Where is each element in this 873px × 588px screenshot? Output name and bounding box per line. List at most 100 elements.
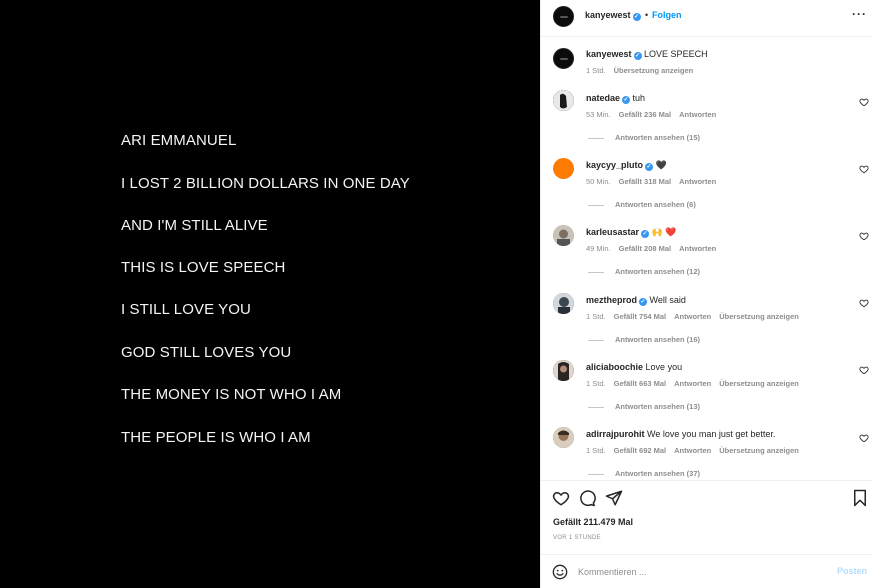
view-replies-button[interactable]: Antworten ansehen (13)	[588, 402, 700, 411]
comment-like-heart-icon[interactable]	[859, 365, 869, 375]
comment-username[interactable]: meztheprod	[586, 295, 637, 305]
caption-meta: 1 Std. Übersetzung anzeigen	[586, 66, 701, 75]
comment-likes[interactable]: Gefällt 754 Mal	[614, 312, 667, 321]
share-paper-plane-icon[interactable]	[605, 489, 623, 507]
post-text-line: THE MONEY IS NOT WHO I AM	[121, 386, 342, 403]
view-replies-label[interactable]: Antworten ansehen (12)	[615, 267, 700, 276]
view-replies-label[interactable]: Antworten ansehen (16)	[615, 335, 700, 344]
post-header: kanyewest ✓ • Folgen ···	[541, 0, 873, 37]
comment-body: Love you	[645, 362, 683, 372]
reply-button[interactable]: Antworten	[679, 110, 716, 119]
comment-input[interactable]	[578, 563, 828, 581]
comment-likes[interactable]: Gefällt 236 Mal	[619, 110, 672, 119]
comment-time: 50 Min.	[586, 177, 611, 186]
comment-like-heart-icon[interactable]	[859, 231, 869, 241]
translate-link[interactable]: Übersetzung anzeigen	[614, 66, 694, 75]
author-username[interactable]: kanyewest ✓	[585, 10, 641, 21]
comment-likes[interactable]: Gefällt 208 Mal	[619, 244, 672, 253]
avatar-photo	[553, 427, 574, 448]
bookmark-icon[interactable]	[851, 489, 869, 507]
comment-avatar[interactable]	[553, 158, 574, 179]
comment-likes[interactable]: Gefällt 663 Mal	[614, 379, 667, 388]
avatar-photo	[553, 360, 574, 381]
view-replies-label[interactable]: Antworten ansehen (37)	[615, 469, 700, 478]
replies-divider	[588, 204, 604, 206]
post-side-panel: kanyewest ✓ • Folgen ··· kanyewest ✓ LOVE …	[540, 0, 873, 588]
comment-avatar[interactable]	[553, 90, 574, 111]
view-replies-button[interactable]: Antworten ansehen (15)	[588, 133, 700, 142]
comment-text: natedae ✓ tuh	[586, 93, 645, 104]
translate-link[interactable]: Übersetzung anzeigen	[719, 446, 799, 455]
comment-avatar[interactable]	[553, 360, 574, 381]
post-text-line: I STILL LOVE YOU	[121, 301, 251, 318]
comment-meta: 1 Std. Gefällt 692 Mal Antworten Übersetzun…	[586, 446, 807, 455]
comment-likes[interactable]: Gefällt 318 Mal	[619, 177, 672, 186]
add-comment-bar: Posten	[541, 554, 873, 588]
avatar-photo	[553, 90, 574, 111]
comment-like-heart-icon[interactable]	[859, 97, 869, 107]
replies-divider	[588, 137, 604, 139]
post-text-line: AND I'M STILL ALIVE	[121, 217, 268, 234]
caption-avatar[interactable]	[553, 48, 574, 69]
reply-button[interactable]: Antworten	[674, 446, 711, 455]
like-heart-icon[interactable]	[552, 489, 570, 507]
caption-username[interactable]: kanyewest	[586, 49, 632, 59]
author-username-text[interactable]: kanyewest	[585, 10, 631, 20]
comment-likes[interactable]: Gefällt 692 Mal	[614, 446, 667, 455]
verified-badge-icon: ✓	[645, 163, 654, 171]
comment-meta: 53 Min. Gefällt 236 Mal Antworten	[586, 110, 724, 119]
comment-avatar[interactable]	[553, 427, 574, 448]
comment-like-heart-icon[interactable]	[859, 298, 869, 308]
translate-link[interactable]: Übersetzung anzeigen	[719, 379, 799, 388]
comments-list[interactable]: kanyewest ✓ LOVE SPEECH 1 Std. Übersetzung…	[541, 37, 873, 480]
comment-body: 🙌 ❤️	[651, 227, 677, 237]
post-text-line: ARI EMMANUEL	[121, 132, 237, 149]
view-replies-label[interactable]: Antworten ansehen (15)	[615, 133, 700, 142]
comment-avatar[interactable]	[553, 293, 574, 314]
comment-meta: 1 Std. Gefällt 663 Mal Antworten Übersetzun…	[586, 379, 807, 388]
follow-button[interactable]: Folgen	[652, 10, 682, 20]
comment-username[interactable]: adirrajpurohit	[586, 429, 645, 439]
comment-text: adirrajpurohit We love you man just get …	[586, 429, 775, 439]
more-horizontal-icon[interactable]: ···	[852, 7, 867, 21]
comment-username[interactable]: karleusastar	[586, 227, 639, 237]
author-avatar[interactable]	[553, 6, 574, 27]
translate-link[interactable]: Übersetzung anzeigen	[719, 312, 799, 321]
view-replies-button[interactable]: Antworten ansehen (16)	[588, 335, 700, 344]
view-replies-label[interactable]: Antworten ansehen (13)	[615, 402, 700, 411]
verified-badge-icon: ✓	[633, 52, 642, 60]
comment-time: 53 Min.	[586, 110, 611, 119]
verified-badge-icon: ✓	[641, 230, 650, 238]
comment-username[interactable]: natedae	[586, 93, 620, 103]
comment-text: kaycyy_pluto ✓ 🖤	[586, 160, 667, 171]
replies-divider	[588, 406, 604, 408]
comment-text: meztheprod ✓ Well said	[586, 295, 686, 306]
post-comment-button[interactable]: Posten	[837, 566, 867, 576]
caption-text: kanyewest ✓ LOVE SPEECH	[586, 49, 708, 60]
comment-username[interactable]: aliciaboochie	[586, 362, 643, 372]
comment-bubble-icon[interactable]	[578, 489, 596, 507]
caption-body: LOVE SPEECH	[644, 49, 708, 59]
likes-count[interactable]: Gefällt 211.479 Mal	[553, 517, 633, 527]
verified-badge-icon: ✓	[632, 13, 641, 21]
post-text-line: GOD STILL LOVES YOU	[121, 344, 292, 361]
post-actions: Gefällt 211.479 Mal VOR 1 STUNDE	[541, 480, 873, 554]
view-replies-label[interactable]: Antworten ansehen (6)	[615, 200, 696, 209]
comment-like-heart-icon[interactable]	[859, 433, 869, 443]
post-image: ARI EMMANUEL I LOST 2 BILLION DOLLARS IN…	[0, 0, 540, 588]
comment-avatar[interactable]	[553, 225, 574, 246]
comment-body: Well said	[649, 295, 686, 305]
view-replies-button[interactable]: Antworten ansehen (6)	[588, 200, 696, 209]
view-replies-button[interactable]: Antworten ansehen (37)	[588, 469, 700, 478]
comment-time: 1 Std.	[586, 379, 606, 388]
reply-button[interactable]: Antworten	[674, 379, 711, 388]
comment-text: aliciaboochie Love you	[586, 362, 682, 372]
reply-button[interactable]: Antworten	[674, 312, 711, 321]
comment-meta: 50 Min. Gefällt 318 Mal Antworten	[586, 177, 724, 186]
view-replies-button[interactable]: Antworten ansehen (12)	[588, 267, 700, 276]
emoji-smiley-icon[interactable]	[552, 564, 568, 580]
comment-username[interactable]: kaycyy_pluto	[586, 160, 643, 170]
reply-button[interactable]: Antworten	[679, 244, 716, 253]
comment-like-heart-icon[interactable]	[859, 164, 869, 174]
reply-button[interactable]: Antworten	[679, 177, 716, 186]
